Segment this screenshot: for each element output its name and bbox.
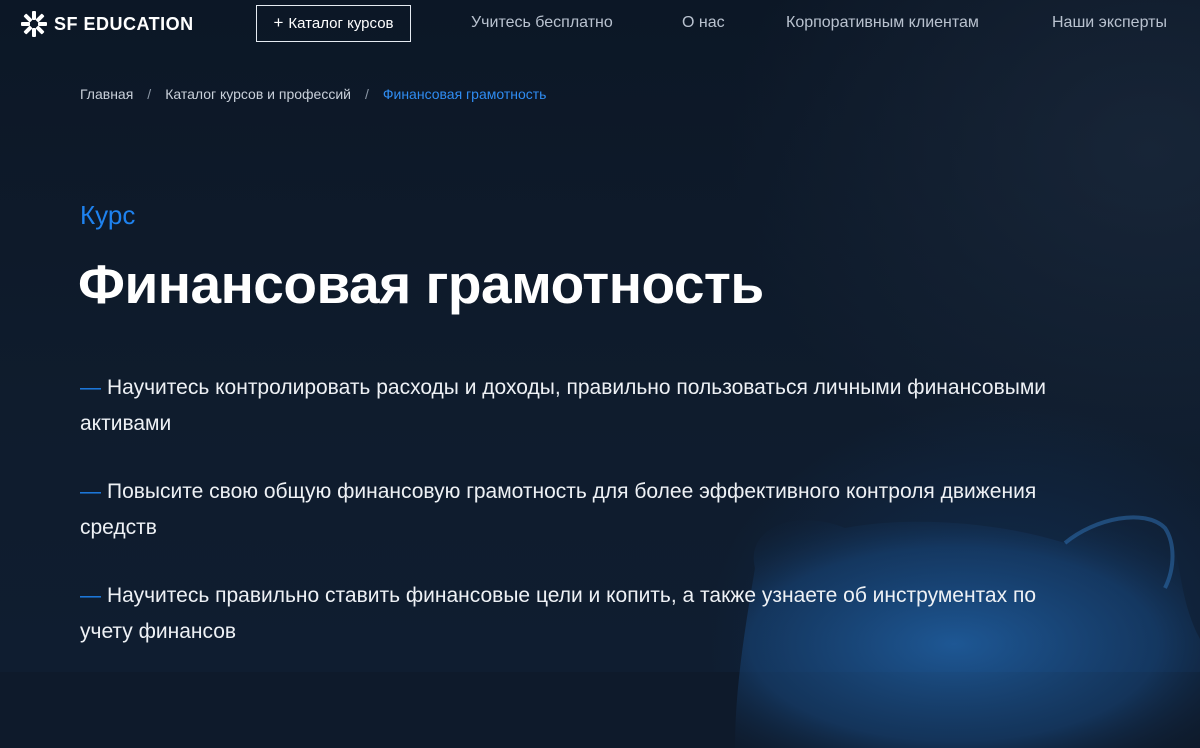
breadcrumb-separator: / [364,86,369,102]
list-item: — Научитесь правильно ставить финансовые … [80,578,1080,650]
brand-name: SF EDUCATION [54,13,194,34]
list-item-text: Повысите свою общую финансовую грамотнос… [80,480,1037,539]
breadcrumb-separator: / [147,86,152,102]
catalog-button[interactable]: + Каталог курсов [256,5,411,42]
list-item-text: Научитесь контролировать расходы и доход… [80,376,1047,435]
dash-marker: — [80,480,101,503]
site-header: SF EDUCATION + Каталог курсов Учитесь бе… [0,0,1200,48]
nav-corporate[interactable]: Корпоративным клиентам [786,14,979,32]
breadcrumb-catalog[interactable]: Каталог курсов и профессий [165,86,351,102]
nav-about[interactable]: О нас [682,14,725,32]
dash-marker: — [80,376,101,399]
nav-experts[interactable]: Наши эксперты [1052,14,1167,32]
snowflake-icon [21,11,47,37]
brand-logo[interactable]: SF EDUCATION [20,10,194,38]
breadcrumb: Главная / Каталог курсов и профессий / Ф… [80,86,546,102]
list-item: — Повысите свою общую финансовую грамотно… [80,474,1080,546]
dash-marker: — [80,584,101,607]
breadcrumb-home[interactable]: Главная [80,86,133,102]
page-title: Финансовая грамотность [78,253,764,315]
benefits-list: — Научитесь контролировать расходы и дохо… [80,370,1080,682]
breadcrumb-current: Финансовая грамотность [382,86,547,102]
list-item-text: Научитесь правильно ставить финансовые ц… [80,584,1036,643]
course-kicker: Курс [80,200,136,230]
plus-icon: + [273,13,284,32]
catalog-button-label: Каталог курсов [288,15,394,32]
nav-learn-free[interactable]: Учитесь бесплатно [471,14,613,32]
list-item: — Научитесь контролировать расходы и дохо… [80,370,1080,442]
